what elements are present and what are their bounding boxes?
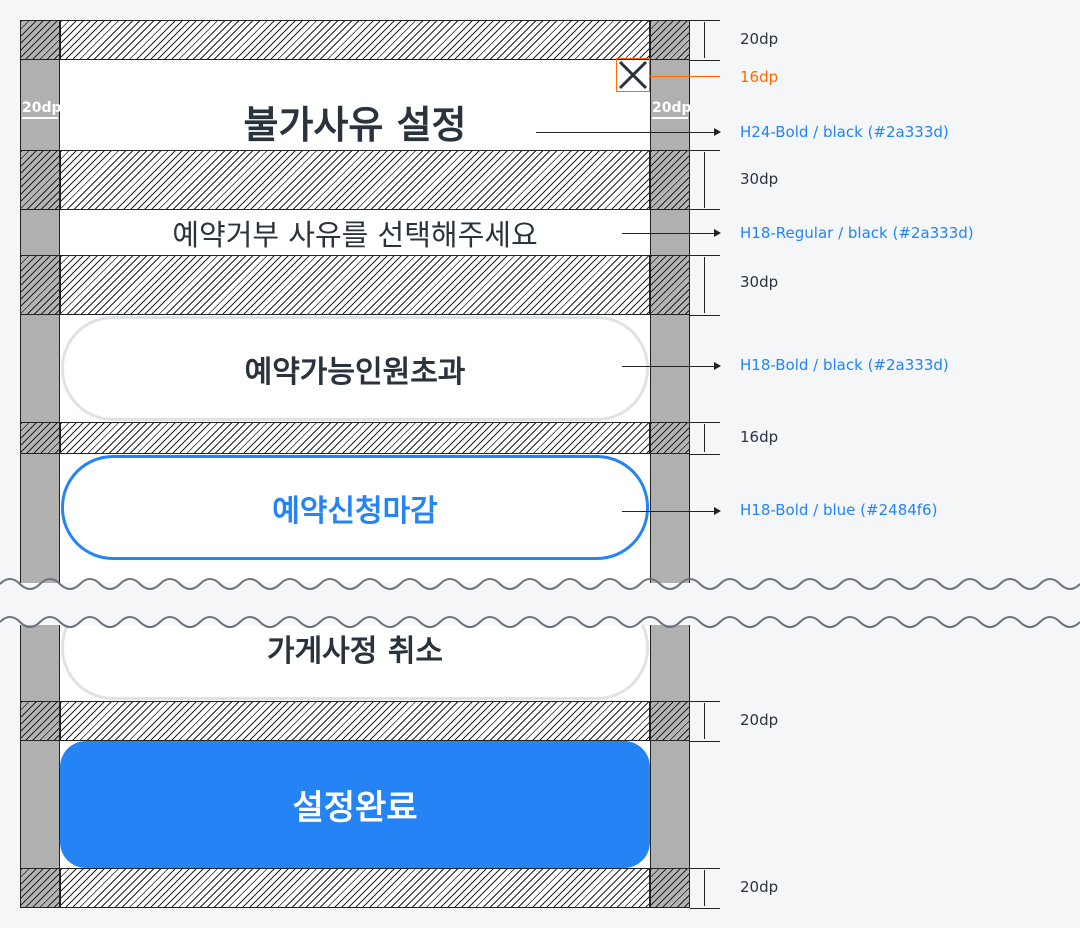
guide-line bbox=[690, 60, 720, 61]
close-button[interactable] bbox=[616, 58, 650, 92]
confirm-button[interactable]: 설정완료 bbox=[60, 741, 650, 868]
dimension-arrow bbox=[704, 424, 705, 452]
break-wave-line bbox=[0, 578, 1080, 628]
guide-line bbox=[690, 741, 720, 742]
guide-line bbox=[690, 422, 720, 423]
corner-cell bbox=[650, 422, 690, 454]
modal-title: 불가사유 설정 bbox=[243, 103, 467, 147]
corner-cell bbox=[650, 868, 690, 908]
corner-cell bbox=[20, 150, 60, 210]
guide-line bbox=[690, 209, 720, 210]
corner-cell bbox=[650, 150, 690, 210]
guide-line bbox=[690, 701, 720, 702]
corner-cell bbox=[650, 701, 690, 741]
corner-cell bbox=[20, 868, 60, 908]
title-leader bbox=[536, 132, 714, 133]
guide-line bbox=[690, 150, 720, 151]
corner-cell bbox=[650, 255, 690, 315]
option-label: 예약가능인원초과 bbox=[244, 354, 466, 390]
modal-subtitle: 예약거부 사유를 선택해주세요 bbox=[172, 218, 538, 252]
option-reservation-closed[interactable]: 예약신청마감 bbox=[61, 455, 649, 560]
arrow-head bbox=[714, 362, 721, 370]
option-capacity-exceeded[interactable]: 예약가능인원초과 bbox=[61, 316, 649, 421]
padding-label-left: 20dp bbox=[22, 100, 62, 119]
spec-between-options: 16dp bbox=[740, 428, 779, 446]
guide-line bbox=[690, 20, 720, 21]
selected-option-leader bbox=[622, 511, 714, 512]
spacing-top bbox=[60, 20, 650, 60]
guide-line bbox=[690, 908, 720, 909]
close-size-leader bbox=[650, 76, 720, 77]
corner-cell bbox=[20, 255, 60, 315]
spec-title-typography: H24-Bold / black (#2a333d) bbox=[740, 123, 949, 141]
option-label: 예약신청마감 bbox=[272, 493, 438, 529]
confirm-label: 설정완료 bbox=[292, 788, 418, 828]
spacing-between-options bbox=[60, 422, 650, 454]
dimension-arrow bbox=[704, 870, 705, 906]
dimension-arrow bbox=[704, 22, 705, 58]
spacing-after-title bbox=[60, 150, 650, 210]
guide-line bbox=[690, 315, 720, 316]
arrow-head bbox=[714, 229, 721, 237]
spec-option-default-typography: H18-Bold / black (#2a333d) bbox=[740, 356, 949, 374]
spec-after-title: 30dp bbox=[740, 170, 779, 188]
spec-before-button: 20dp bbox=[740, 711, 779, 729]
guide-line bbox=[690, 255, 720, 256]
spec-option-selected-typography: H18-Bold / blue (#2484f6) bbox=[740, 501, 938, 519]
spec-bottom: 20dp bbox=[740, 878, 779, 896]
dimension-arrow bbox=[704, 152, 705, 208]
arrow-head bbox=[714, 128, 721, 136]
subtitle-leader bbox=[622, 233, 714, 234]
spec-top-spacing: 20dp bbox=[740, 30, 779, 48]
option-leader bbox=[622, 366, 714, 367]
dimension-arrow bbox=[704, 257, 705, 313]
guide-line bbox=[690, 868, 720, 869]
corner-cell bbox=[20, 422, 60, 454]
padding-label-right: 20dp bbox=[652, 100, 692, 119]
spacing-bottom bbox=[60, 868, 650, 908]
guide-line bbox=[690, 454, 720, 455]
spec-close-size: 16dp bbox=[740, 68, 779, 86]
corner-cell bbox=[650, 20, 690, 60]
corner-cell bbox=[20, 20, 60, 60]
arrow-head bbox=[714, 507, 721, 515]
spacing-before-button bbox=[60, 701, 650, 741]
corner-cell bbox=[20, 701, 60, 741]
spacing-after-subtitle bbox=[60, 255, 650, 315]
spec-after-subtitle: 30dp bbox=[740, 273, 779, 291]
close-icon bbox=[618, 60, 648, 90]
spec-subtitle-typography: H18-Regular / black (#2a333d) bbox=[740, 224, 974, 242]
dimension-arrow bbox=[704, 703, 705, 739]
